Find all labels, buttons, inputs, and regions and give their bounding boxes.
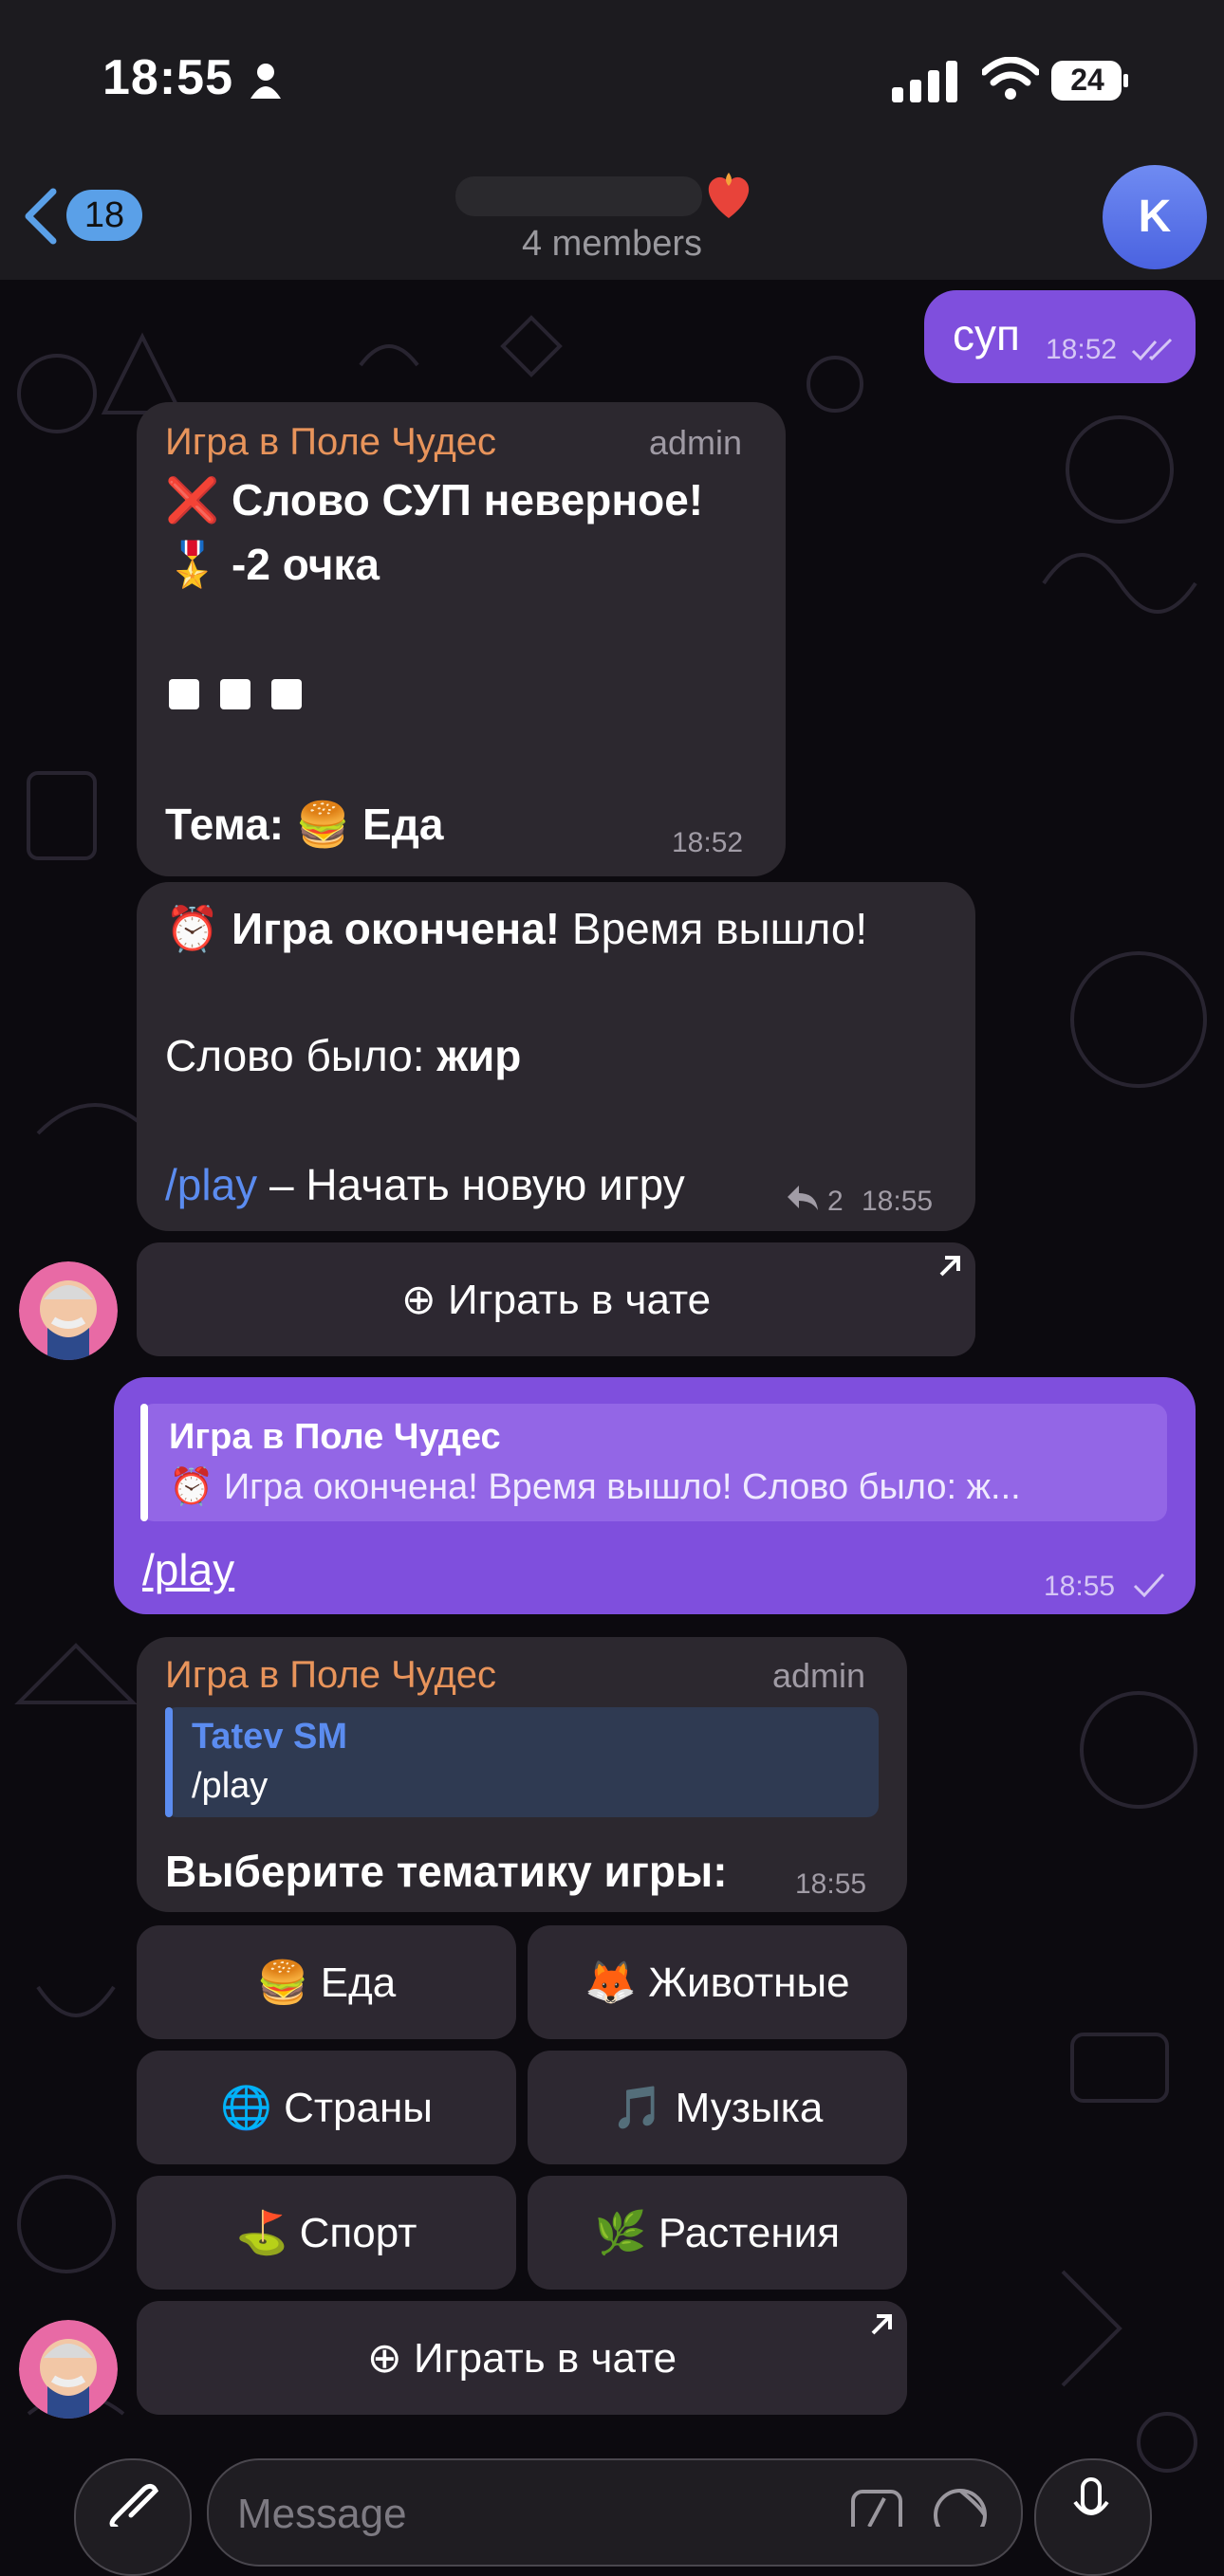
bold-text: ⏰ Игра окончена! [165,904,561,953]
quote-sender: Tatev SM [192,1717,348,1757]
battery-level: 24 [1070,63,1104,97]
theme-button-sport[interactable]: ⛳ Спорт [137,2176,516,2290]
message-line: ⏰ Игра окончена! Время вышло! [165,903,867,955]
bold-text: жир [436,1031,522,1080]
theme-button-music[interactable]: 🎵 Музыка [528,2051,907,2164]
message-line: /play – Начать новую игру [165,1159,685,1210]
message-text: Время вышло! [560,904,868,953]
quote-bar [140,1404,148,1521]
message-time: 18:55 [862,1186,934,1217]
external-arrow-icon [871,2314,892,2335]
message-placeholder: Message [237,2491,407,2537]
chat-title-redacted[interactable] [455,176,702,216]
quote-bar [165,1707,173,1817]
sender-name[interactable]: Игра в Поле Чудес [165,1654,496,1697]
message-text: – Начать новую игру [257,1160,685,1209]
microphone-icon [1073,2477,1109,2515]
burning-heart-icon [708,173,750,218]
message-text: суп [953,310,1020,359]
double-check-icon [1131,338,1173,360]
message-line: Слово было: жир [165,1030,521,1081]
play-in-chat-button[interactable]: ⊕ Играть в чате [137,2301,907,2415]
bot-avatar[interactable] [19,1261,118,1360]
quote-sender: Игра в Поле Чудес [169,1417,501,1457]
message-line: ❌ Слово СУП неверное! [165,475,704,524]
sender-role: admin [649,423,743,462]
check-icon [1133,1573,1165,1597]
message-text[interactable]: /play [142,1544,234,1595]
paperclip-icon [109,2483,159,2527]
sticker-icon[interactable] [932,2487,989,2527]
theme-button-animals[interactable]: 🦊 Животные [528,1925,907,2039]
theme-button-countries[interactable]: 🌐 Страны [137,2051,516,2164]
quote-text: ⏰ Игра окончена! Время вышло! Слово было… [169,1467,1021,1507]
message-text: Выберите тематику игры: [165,1847,728,1896]
message-time: 18:52 [672,827,744,858]
external-arrow-icon [939,1256,960,1277]
play-in-chat-button[interactable]: ⊕ Играть в чате [137,1242,975,1356]
person-icon [250,64,281,99]
message-text: Слово было: [165,1031,437,1080]
reply-count[interactable]: 2 [827,1186,844,1218]
play-command-link[interactable]: /play [165,1160,257,1209]
message-line: Тема: 🍔 Еда [165,800,444,849]
message-time: 18:55 [795,1868,867,1900]
message-time: 18:55 [1044,1571,1116,1602]
sender-role: admin [772,1656,866,1695]
chat-avatar[interactable]: K [1103,165,1207,269]
theme-button-food[interactable]: 🍔 Еда [137,1925,516,2039]
quote-text: /play [192,1766,269,1806]
cellular-signal-icon [892,61,957,102]
sender-name[interactable]: Игра в Поле Чудес [165,421,496,464]
hidden-word-squares [169,679,323,709]
message-line: 🎖️ -2 очка [165,540,380,589]
command-icon[interactable] [850,2489,903,2527]
theme-button-plants[interactable]: 🌿 Растения [528,2176,907,2290]
message-time: 18:52 [1046,334,1118,365]
member-count[interactable]: 4 members [0,224,1224,265]
reply-arrow-icon [788,1186,818,1210]
status-time: 18:55 [102,50,233,105]
wifi-icon [982,57,1039,100]
bot-avatar[interactable] [19,2320,118,2419]
